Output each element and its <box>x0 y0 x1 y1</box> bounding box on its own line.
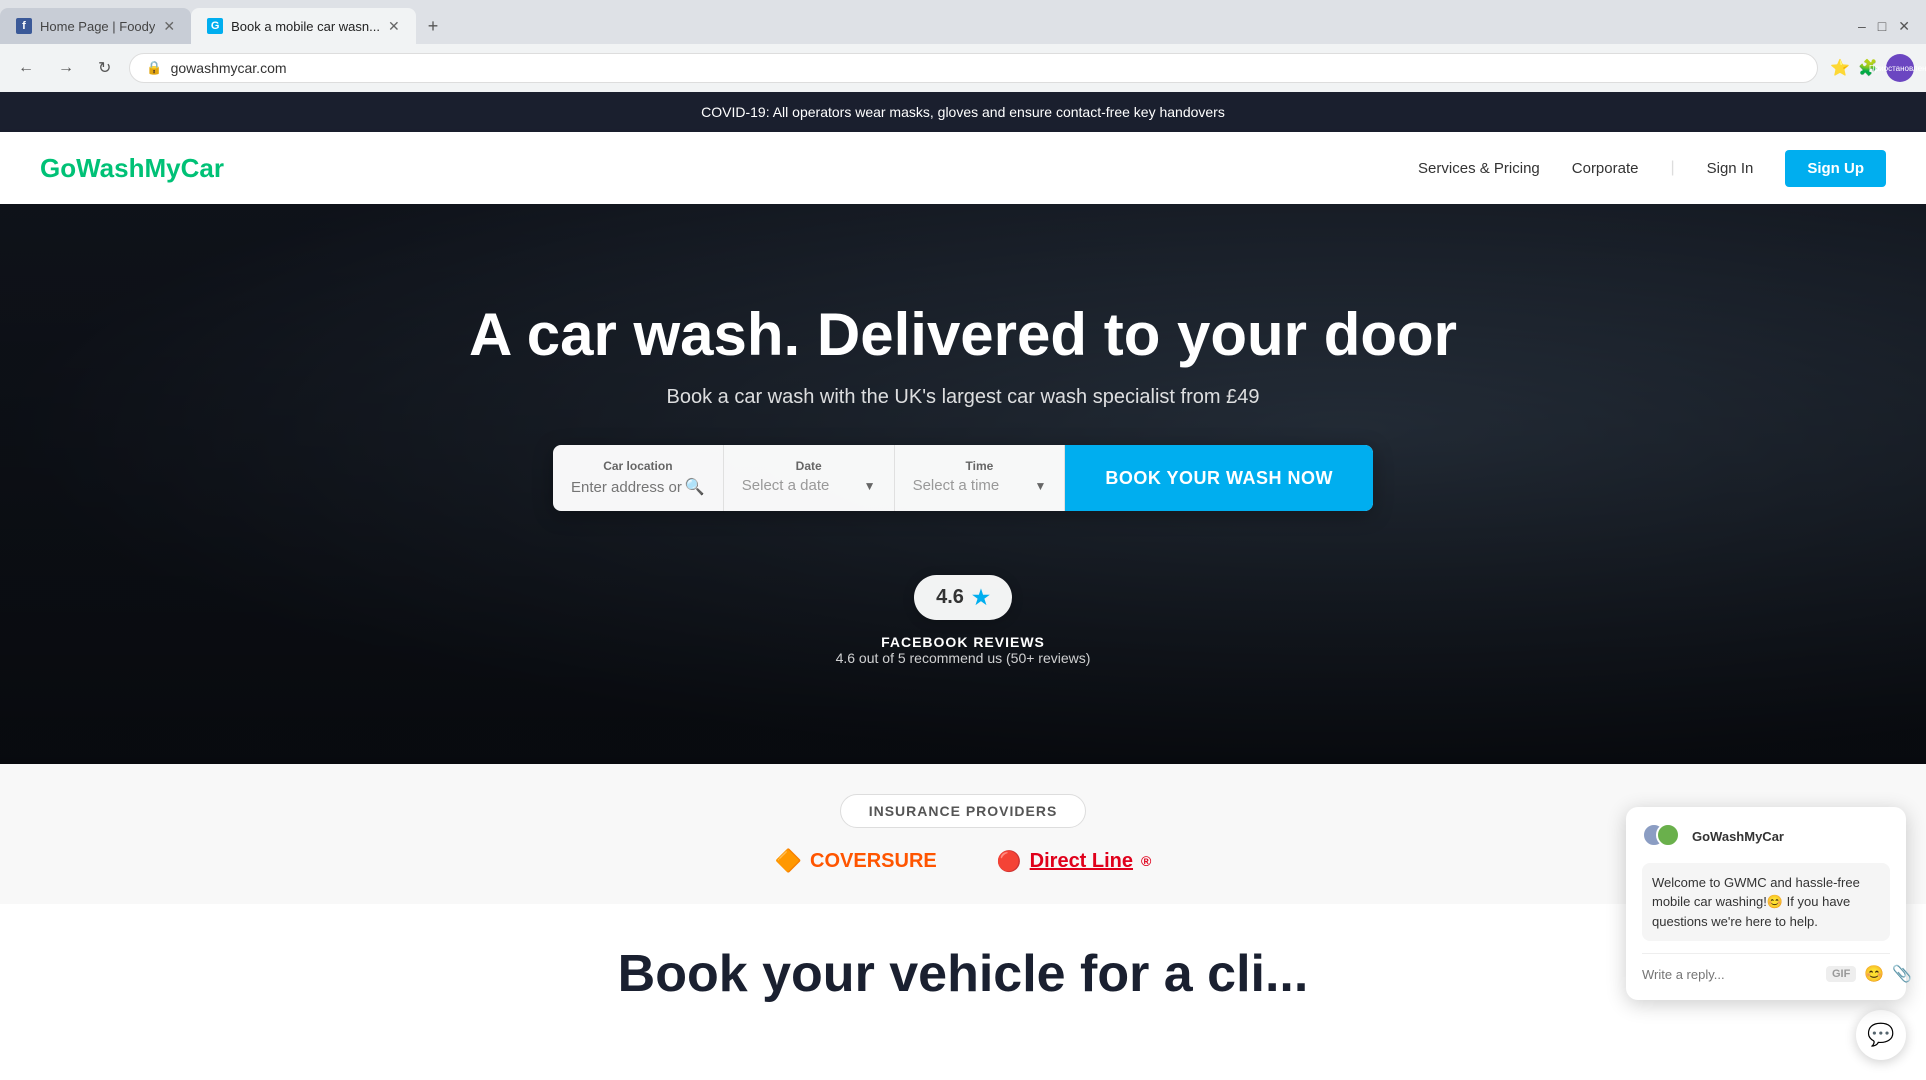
signup-button[interactable]: Sign Up <box>1785 150 1886 187</box>
lock-icon: 🔒 <box>146 60 162 76</box>
facebook-reviews-subtitle: 4.6 out of 5 recommend us (50+ reviews) <box>836 650 1091 666</box>
booking-bar: Car location 🔍 Date Select a date ▼ Time <box>553 445 1373 511</box>
coversure-logo: 🔶 COVERSURE <box>775 848 937 874</box>
logo-go: Go <box>40 153 76 183</box>
chat-gif-button[interactable]: GIF <box>1826 966 1856 982</box>
search-icon: 🔍 <box>685 477 705 497</box>
chat-input-row: GIF 😊 📎 <box>1642 953 1890 984</box>
nav-services-pricing[interactable]: Services & Pricing <box>1418 160 1540 177</box>
rating-section: 4.6 ★ FACEBOOK REVIEWS 4.6 out of 5 reco… <box>836 575 1091 706</box>
hero-subtitle: Book a car wash with the UK's largest ca… <box>20 386 1906 409</box>
directline-logo: 🔴 Direct Line ® <box>997 849 1152 874</box>
browser-chrome: f Home Page | Foody ✕ G Book a mobile ca… <box>0 0 1926 92</box>
facebook-reviews: FACEBOOK REVIEWS 4.6 out of 5 recommend … <box>836 634 1091 666</box>
signin-button[interactable]: Sign In <box>1707 160 1754 177</box>
address-bar-actions: ⭐ 🧩 Приостановлена <box>1830 54 1914 82</box>
chat-widget: GoWashMyCar Welcome to GWMC and hassle-f… <box>1626 807 1906 1001</box>
chat-header: GoWashMyCar <box>1642 823 1890 851</box>
address-bar-row: ← → ↻ 🔒 gowashmycar.com ⭐ 🧩 Приостановле… <box>0 44 1926 92</box>
close-button[interactable]: ✕ <box>1894 14 1914 39</box>
location-label: Car location <box>571 459 705 473</box>
tab-close-gwmc[interactable]: ✕ <box>388 18 400 35</box>
chat-emoji-button[interactable]: 😊 <box>1864 964 1884 984</box>
tab-controls: – □ ✕ <box>1854 14 1926 39</box>
profile-button[interactable]: Приостановлена <box>1886 54 1914 82</box>
time-select[interactable]: Select a time <box>913 477 1035 494</box>
bottom-title: Book your vehicle for a cli... <box>40 944 1886 1004</box>
tab-foody[interactable]: f Home Page | Foody ✕ <box>0 8 191 44</box>
hero-title: A car wash. Delivered to your door <box>20 302 1906 368</box>
location-field: Car location 🔍 <box>553 445 724 511</box>
new-tab-button[interactable]: + <box>416 12 451 41</box>
time-label: Time <box>913 459 1047 473</box>
tab-favicon-gwmc: G <box>207 18 223 34</box>
insurance-logos: 🔶 COVERSURE 🔴 Direct Line ® <box>40 848 1886 874</box>
forward-button[interactable]: → <box>52 55 80 81</box>
hero-section: A car wash. Delivered to your door Book … <box>0 204 1926 764</box>
rating-score: 4.6 <box>936 586 964 609</box>
covid-banner: COVID-19: All operators wear masks, glov… <box>0 92 1926 132</box>
tab-bar: f Home Page | Foody ✕ G Book a mobile ca… <box>0 0 1926 44</box>
logo-car: Car <box>181 153 224 183</box>
date-label: Date <box>742 459 876 473</box>
chat-avatars <box>1642 823 1682 851</box>
date-chevron-icon: ▼ <box>864 479 876 493</box>
coversure-text: COVERSURE <box>810 850 937 873</box>
time-chevron-icon: ▼ <box>1034 479 1046 493</box>
nav-links: Services & Pricing Corporate | Sign In S… <box>1418 150 1886 187</box>
directline-trademark: ® <box>1141 853 1151 869</box>
logo-my: My <box>145 153 181 183</box>
address-text: gowashmycar.com <box>171 60 1802 76</box>
nav-corporate[interactable]: Corporate <box>1572 160 1639 177</box>
time-field: Time Select a time ▼ <box>895 445 1066 511</box>
back-button[interactable]: ← <box>12 55 40 81</box>
star-icon: ★ <box>972 585 990 610</box>
tab-favicon-foody: f <box>16 18 32 34</box>
logo[interactable]: GoWashMyCar <box>40 153 224 184</box>
rating-badge: 4.6 ★ <box>914 575 1012 620</box>
tab-label-foody: Home Page | Foody <box>40 19 155 34</box>
maximize-button[interactable]: □ <box>1874 14 1890 38</box>
chat-reply-input[interactable] <box>1642 967 1818 982</box>
hero-content: A car wash. Delivered to your door Book … <box>0 262 1926 551</box>
covid-text: COVID-19: All operators wear masks, glov… <box>701 104 1225 120</box>
date-field: Date Select a date ▼ <box>724 445 895 511</box>
logo-wash: Wash <box>76 153 144 183</box>
address-bar[interactable]: 🔒 gowashmycar.com <box>129 53 1818 83</box>
coversure-icon: 🔶 <box>775 848 802 874</box>
chat-sender-name: GoWashMyCar <box>1692 829 1784 844</box>
minimize-button[interactable]: – <box>1854 14 1870 38</box>
date-select[interactable]: Select a date <box>742 477 864 494</box>
refresh-button[interactable]: ↻ <box>92 54 117 82</box>
bookmark-icon[interactable]: ⭐ <box>1830 58 1850 78</box>
location-input[interactable] <box>571 479 685 496</box>
insurance-badge: INSURANCE PROVIDERS <box>840 794 1087 828</box>
tab-close-foody[interactable]: ✕ <box>163 18 175 35</box>
chat-message-bubble: Welcome to GWMC and hassle-free mobile c… <box>1642 863 1890 942</box>
directline-icon: 🔴 <box>997 849 1022 874</box>
tab-label-gwmc: Book a mobile car wasn... <box>231 19 380 34</box>
directline-text: Direct Line <box>1030 850 1133 873</box>
chat-avatar-2 <box>1656 823 1680 847</box>
chat-attach-button[interactable]: 📎 <box>1892 964 1912 984</box>
chat-trigger-button[interactable]: 💬 <box>1856 1010 1906 1060</box>
navbar: GoWashMyCar Services & Pricing Corporate… <box>0 132 1926 204</box>
tab-gowashmycar[interactable]: G Book a mobile car wasn... ✕ <box>191 8 416 44</box>
book-wash-button[interactable]: BOOK YOUR WASH NOW <box>1065 445 1373 511</box>
facebook-reviews-title: FACEBOOK REVIEWS <box>836 634 1091 650</box>
